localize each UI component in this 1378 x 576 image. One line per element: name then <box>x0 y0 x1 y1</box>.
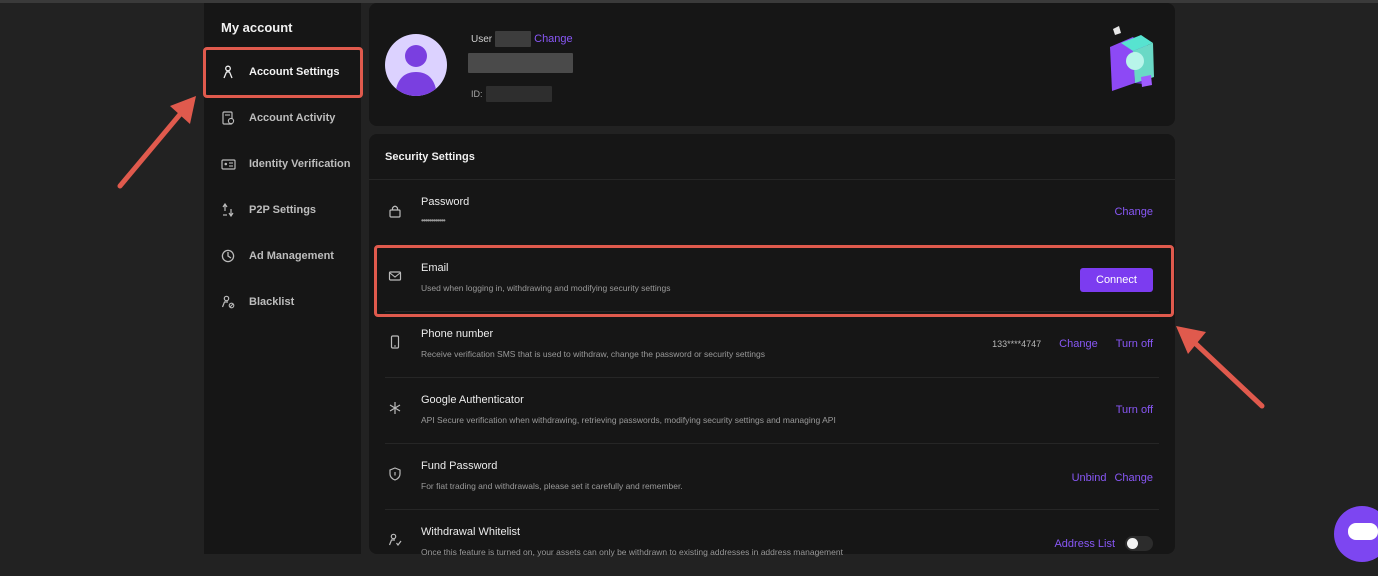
setting-desc: API Secure verification when withdrawing… <box>421 415 836 425</box>
change-fund-password-link[interactable]: Change <box>1114 472 1153 484</box>
change-username-link[interactable]: Change <box>534 33 573 45</box>
turn-off-authenticator-link[interactable]: Turn off <box>1116 404 1153 416</box>
password-row: Password •••••••••••• Change <box>369 180 1175 246</box>
phone-icon <box>388 335 402 349</box>
sidebar-item-account-activity[interactable]: Account Activity <box>204 98 361 138</box>
user-check-icon <box>388 533 402 547</box>
setting-name: Password <box>421 196 470 208</box>
annotation-arrow-icon <box>117 96 196 189</box>
security-settings-card: Security Settings Password •••••••••••• … <box>369 134 1175 557</box>
sidebar-item-label: Account Settings <box>249 66 340 78</box>
pie-clock-icon <box>220 248 236 264</box>
email-row: Email Used when logging in, withdrawing … <box>369 246 1175 312</box>
phone-row: Phone number Receive verification SMS th… <box>369 312 1175 378</box>
sidebar-item-label: P2P Settings <box>249 204 317 216</box>
user-id-row: ID: <box>471 86 552 102</box>
p2p-icon <box>220 202 236 218</box>
change-phone-link[interactable]: Change <box>1059 338 1098 350</box>
setting-desc: Used when logging in, withdrawing and mo… <box>421 283 671 293</box>
brand-3d-logo-icon <box>1107 25 1159 95</box>
id-prefix: ID: <box>471 89 483 99</box>
username-prefix: User <box>471 33 493 45</box>
username-row: User Change <box>471 31 573 47</box>
section-title: Security Settings <box>385 151 475 163</box>
authenticator-icon <box>388 401 402 415</box>
whitelist-toggle[interactable] <box>1125 536 1153 551</box>
turn-off-phone-link[interactable]: Turn off <box>1116 338 1153 350</box>
sidebar-item-blacklist[interactable]: Blacklist <box>204 282 361 322</box>
change-password-link[interactable]: Change <box>1114 206 1153 218</box>
sidebar-item-ad-management[interactable]: Ad Management <box>204 236 361 276</box>
setting-name: Fund Password <box>421 460 498 472</box>
username-redacted <box>495 31 532 47</box>
setting-name: Phone number <box>421 328 494 340</box>
sidebar-item-label: Ad Management <box>249 250 334 262</box>
unbind-fund-password-link[interactable]: Unbind <box>1072 472 1107 484</box>
sidebar-item-p2p-settings[interactable]: P2P Settings <box>204 190 361 230</box>
person-icon <box>220 64 236 80</box>
activity-log-icon <box>220 110 236 126</box>
account-sidebar: My account Account Settings Account Acti… <box>204 3 361 554</box>
setting-desc: For fiat trading and withdrawals, please… <box>421 481 683 491</box>
connect-email-button[interactable]: Connect <box>1080 268 1153 292</box>
email-redacted <box>468 53 573 73</box>
sidebar-item-account-settings[interactable]: Account Settings <box>204 52 361 92</box>
setting-name: Withdrawal Whitelist <box>421 526 521 538</box>
sidebar-item-label: Blacklist <box>249 296 295 308</box>
annotation-arrow-icon <box>1176 326 1265 409</box>
setting-desc: •••••••••••• <box>421 215 446 225</box>
setting-desc: Once this feature is turned on, your ass… <box>421 547 843 557</box>
setting-name: Google Authenticator <box>421 394 524 406</box>
fund-password-row: Fund Password For fiat trading and withd… <box>369 444 1175 510</box>
toggle-knob <box>1127 538 1138 549</box>
shield-icon <box>388 467 402 481</box>
user-block-icon <box>220 294 236 310</box>
setting-desc: Receive verification SMS that is used to… <box>421 349 765 359</box>
masked-phone-number: 133****4747 <box>992 339 1042 349</box>
user-id-redacted <box>485 86 552 102</box>
id-card-icon <box>220 156 236 172</box>
sidebar-item-identity-verification[interactable]: Identity Verification <box>204 144 361 184</box>
mail-icon <box>388 269 402 283</box>
sidebar-item-label: Account Activity <box>249 112 336 124</box>
sidebar-item-label: Identity Verification <box>249 158 351 170</box>
address-list-link[interactable]: Address List <box>1054 538 1115 550</box>
lock-icon <box>388 204 402 218</box>
google-authenticator-row: Google Authenticator API Secure verifica… <box>369 378 1175 444</box>
profile-card: User Change ID: <box>369 3 1175 126</box>
setting-name: Email <box>421 262 449 274</box>
chat-bubble-icon <box>1348 523 1378 540</box>
sidebar-title: My account <box>221 20 293 35</box>
avatar <box>385 34 447 96</box>
withdrawal-whitelist-row: Withdrawal Whitelist Once this feature i… <box>369 510 1175 576</box>
